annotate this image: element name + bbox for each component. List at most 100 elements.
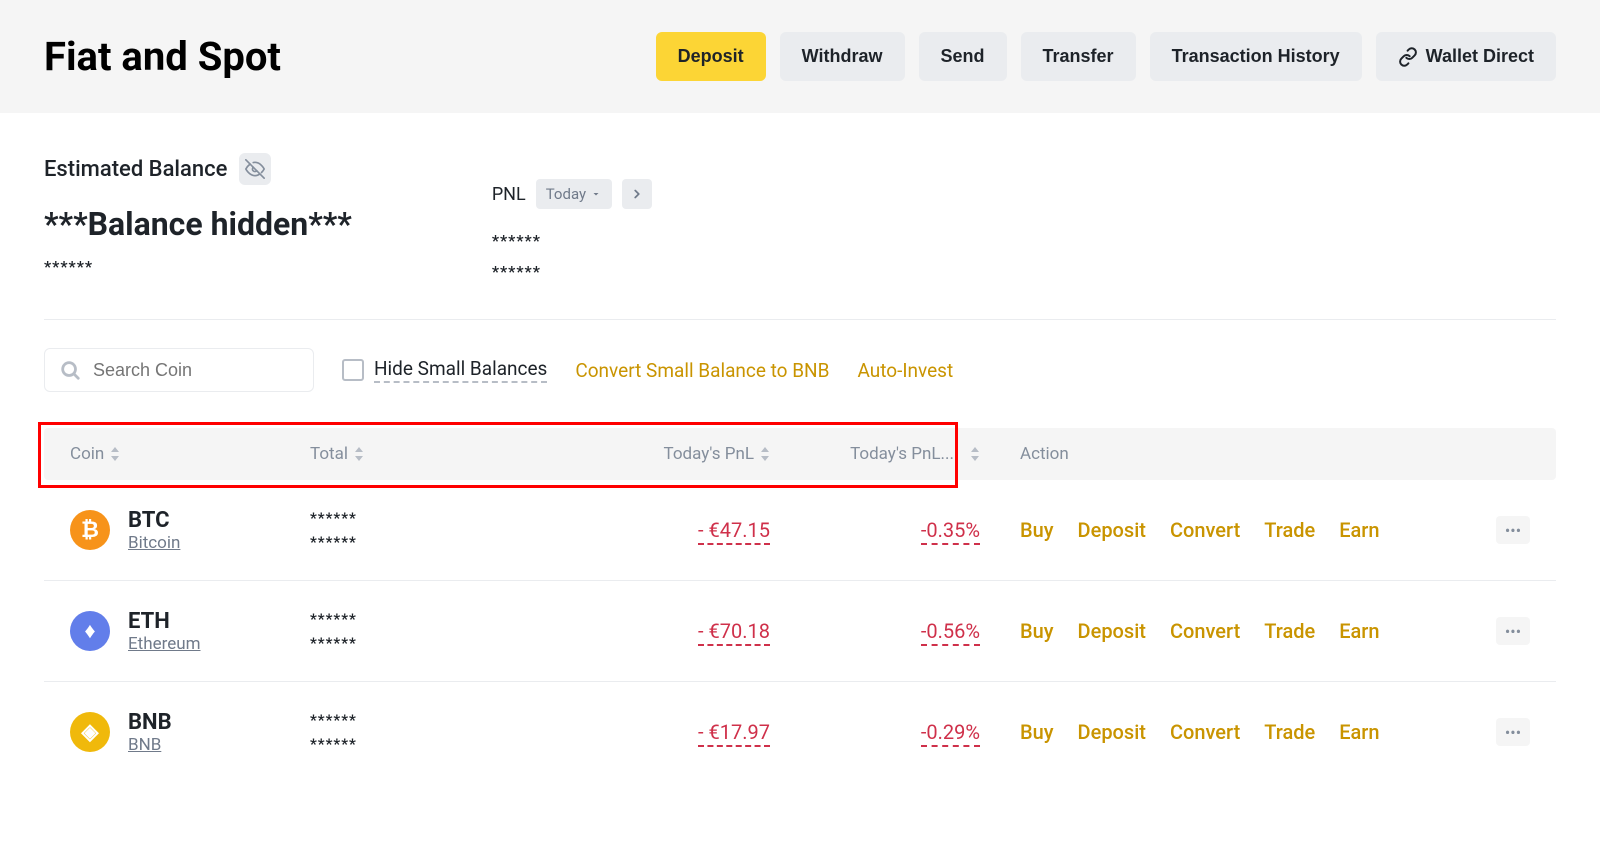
column-action: Action	[980, 444, 1530, 464]
buy-link[interactable]: Buy	[1020, 518, 1054, 542]
pnl-cell: - €17.97	[540, 720, 770, 744]
withdraw-button[interactable]: Withdraw	[780, 32, 905, 81]
balance-block: Estimated Balance ***Balance hidden*** *…	[44, 153, 352, 281]
more-icon: •••	[1505, 723, 1521, 742]
trade-link[interactable]: Trade	[1264, 619, 1315, 643]
pnl-period-dropdown[interactable]: Today	[536, 179, 612, 209]
pnl-cell: - €70.18	[540, 619, 770, 643]
coin-cell[interactable]: ♦ ETH Ethereum	[70, 609, 310, 654]
coin-name[interactable]: BNB	[128, 735, 172, 755]
pnl-block: PNL Today ****** ******	[492, 153, 652, 281]
balance-masked-sub: ******	[44, 257, 352, 276]
page-title: Fiat and Spot	[44, 33, 281, 80]
column-coin-label: Coin	[70, 444, 104, 464]
send-button[interactable]: Send	[919, 32, 1007, 81]
table-row: ◈ BNB BNB ****** ****** - €17.97 -0.29% …	[44, 682, 1556, 782]
coin-cell[interactable]: ₿ BTC Bitcoin	[70, 508, 310, 553]
topbar: Fiat and Spot Deposit Withdraw Send Tran…	[0, 0, 1600, 113]
column-total[interactable]: Total	[310, 444, 540, 464]
action-cell: Buy Deposit Convert Trade Earn •••	[980, 617, 1530, 645]
coin-name[interactable]: Ethereum	[128, 634, 201, 654]
deposit-link[interactable]: Deposit	[1078, 518, 1146, 542]
buy-link[interactable]: Buy	[1020, 619, 1054, 643]
estimated-balance-label: Estimated Balance	[44, 157, 227, 182]
pnl-pct-cell: -0.56%	[770, 619, 980, 643]
coin-icon-eth: ♦	[70, 611, 110, 651]
table-body: ₿ BTC Bitcoin ****** ****** - €47.15 -0.…	[44, 480, 1556, 782]
column-pnl-pct-label: Today's PnL...	[850, 444, 954, 464]
column-pnl[interactable]: Today's PnL	[540, 444, 770, 464]
action-cell: Buy Deposit Convert Trade Earn •••	[980, 718, 1530, 746]
more-button[interactable]: •••	[1496, 718, 1530, 746]
sort-icon	[970, 447, 980, 461]
sort-icon	[354, 447, 364, 461]
trade-link[interactable]: Trade	[1264, 720, 1315, 744]
table-header-wrap: Coin Total Today's PnL Today's PnL... Ac…	[44, 428, 1556, 480]
convert-link[interactable]: Convert	[1170, 619, 1240, 643]
pnl-pct-cell: -0.35%	[770, 518, 980, 542]
total-cell: ****** ******	[310, 506, 540, 554]
table-row: ₿ BTC Bitcoin ****** ****** - €47.15 -0.…	[44, 480, 1556, 581]
earn-link[interactable]: Earn	[1339, 518, 1379, 542]
column-pnl-pct[interactable]: Today's PnL...	[770, 444, 980, 464]
search-wrap[interactable]	[44, 348, 314, 392]
deposit-button[interactable]: Deposit	[656, 32, 766, 81]
sort-icon	[110, 447, 120, 461]
eye-off-icon	[245, 159, 265, 179]
balance-hidden-text: ***Balance hidden***	[44, 205, 352, 243]
sort-icon	[760, 447, 770, 461]
coin-symbol: ETH	[128, 609, 201, 634]
total-masked-2: ******	[310, 530, 540, 554]
coin-symbol: BTC	[128, 508, 180, 533]
action-cell: Buy Deposit Convert Trade Earn •••	[980, 516, 1530, 544]
convert-small-balance-link[interactable]: Convert Small Balance to BNB	[575, 359, 829, 382]
coin-cell[interactable]: ◈ BNB BNB	[70, 710, 310, 755]
pnl-label: PNL	[492, 184, 526, 205]
transaction-history-button[interactable]: Transaction History	[1150, 32, 1362, 81]
wallet-direct-button[interactable]: Wallet Direct	[1376, 32, 1556, 81]
trade-link[interactable]: Trade	[1264, 518, 1315, 542]
earn-link[interactable]: Earn	[1339, 720, 1379, 744]
pnl-masked-1: ******	[492, 231, 652, 250]
deposit-link[interactable]: Deposit	[1078, 720, 1146, 744]
divider	[44, 319, 1556, 320]
hide-small-balances-label: Hide Small Balances	[374, 357, 547, 383]
buy-link[interactable]: Buy	[1020, 720, 1054, 744]
search-icon	[59, 359, 81, 381]
column-action-label: Action	[1020, 444, 1069, 464]
auto-invest-link[interactable]: Auto-Invest	[857, 359, 953, 382]
more-button[interactable]: •••	[1496, 516, 1530, 544]
coin-name[interactable]: Bitcoin	[128, 533, 180, 553]
deposit-link[interactable]: Deposit	[1078, 619, 1146, 643]
pnl-cell: - €47.15	[540, 518, 770, 542]
more-icon: •••	[1505, 622, 1521, 641]
column-coin[interactable]: Coin	[70, 444, 310, 464]
earn-link[interactable]: Earn	[1339, 619, 1379, 643]
more-button[interactable]: •••	[1496, 617, 1530, 645]
convert-link[interactable]: Convert	[1170, 518, 1240, 542]
toggle-visibility-button[interactable]	[239, 153, 271, 185]
pnl-masked-2: ******	[492, 262, 652, 281]
pnl-pct-cell: -0.29%	[770, 720, 980, 744]
total-masked-2: ******	[310, 732, 540, 756]
checkbox-icon	[342, 359, 364, 381]
search-input[interactable]	[93, 360, 325, 381]
pnl-period-value: Today	[546, 185, 586, 203]
transfer-button[interactable]: Transfer	[1021, 32, 1136, 81]
wallet-direct-label: Wallet Direct	[1426, 46, 1534, 67]
column-total-label: Total	[310, 444, 348, 464]
column-pnl-label: Today's PnL	[664, 444, 754, 464]
coin-icon-btc: ₿	[70, 510, 110, 550]
table-row: ♦ ETH Ethereum ****** ****** - €70.18 -0…	[44, 581, 1556, 682]
pnl-next-button[interactable]	[622, 179, 652, 209]
total-masked-2: ******	[310, 631, 540, 655]
more-icon: •••	[1505, 521, 1521, 540]
coin-symbol: BNB	[128, 710, 172, 735]
content: Estimated Balance ***Balance hidden*** *…	[0, 113, 1600, 782]
coin-icon-bnb: ◈	[70, 712, 110, 752]
convert-link[interactable]: Convert	[1170, 720, 1240, 744]
chevron-right-icon	[630, 187, 644, 201]
hide-small-balances-checkbox[interactable]: Hide Small Balances	[342, 357, 547, 383]
balance-row: Estimated Balance ***Balance hidden*** *…	[44, 153, 1556, 281]
total-cell: ****** ******	[310, 607, 540, 655]
